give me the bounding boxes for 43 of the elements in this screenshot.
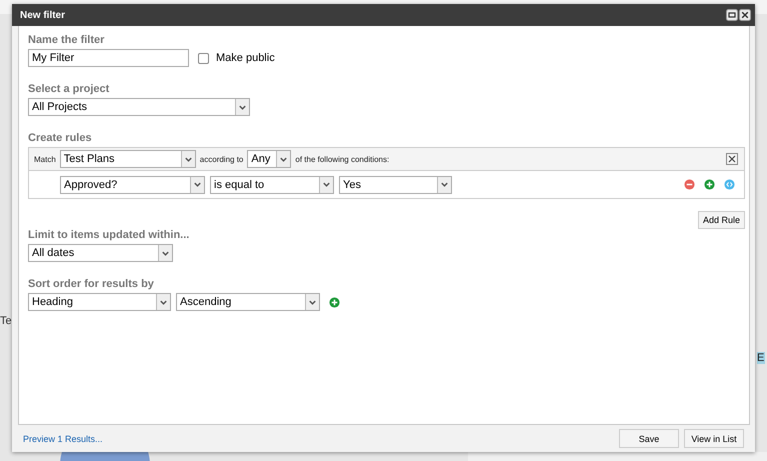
caret-icon	[184, 154, 193, 164]
section-label: Name the filter	[28, 34, 106, 46]
plus-icon[interactable]	[329, 296, 340, 308]
according-label: according to	[200, 154, 244, 164]
section-label: Limit to items updated within...	[28, 229, 190, 241]
match-mode-dropdown[interactable]: Any	[247, 150, 292, 168]
window-title: New filter	[20, 10, 66, 20]
date-range-dropdown[interactable]: All dates	[28, 244, 173, 262]
caret-icon	[193, 180, 202, 189]
section-label: Select a project	[28, 83, 110, 95]
close-icon[interactable]	[726, 153, 738, 165]
sort-order-dropdown[interactable]: Ascending	[176, 293, 320, 311]
section-label: Create rules	[28, 132, 93, 144]
caret-icon	[161, 248, 170, 258]
caret-icon	[322, 180, 331, 189]
checkbox-label: Make public	[216, 52, 275, 64]
save-button[interactable]: Save	[619, 429, 679, 448]
section-label: Sort order for results by	[28, 278, 155, 290]
maximize-icon[interactable]	[726, 9, 738, 21]
view-list-button[interactable]: View in List	[684, 429, 744, 448]
name-field[interactable]: My Filter	[28, 49, 189, 67]
caret-icon	[440, 180, 449, 189]
add-rule-button[interactable]: Add Rule	[698, 211, 745, 229]
plus-icon[interactable]	[704, 179, 715, 190]
project-dropdown[interactable]: All Projects	[28, 98, 250, 116]
background-text: E	[757, 352, 766, 364]
close-icon[interactable]	[739, 9, 751, 21]
value-dropdown[interactable]: Yes	[339, 176, 452, 194]
checkbox[interactable]	[198, 52, 209, 64]
code-icon[interactable]	[724, 179, 735, 190]
caret-icon	[308, 298, 317, 306]
field-dropdown[interactable]: Approved?	[60, 176, 205, 194]
caret-icon	[238, 102, 247, 112]
operator-dropdown[interactable]: is equal to	[210, 176, 334, 194]
match-label: Match	[34, 154, 56, 164]
preview-link[interactable]: Preview 1 Results...	[23, 434, 103, 444]
caret-icon	[159, 298, 168, 306]
minus-icon[interactable]	[684, 179, 695, 190]
conditions-label: of the following conditions:	[295, 154, 390, 164]
caret-icon	[279, 154, 288, 164]
item-type-dropdown[interactable]: Test Plans	[60, 150, 196, 168]
background-text: Te	[0, 315, 12, 327]
sort-field-dropdown[interactable]: Heading	[28, 293, 171, 311]
